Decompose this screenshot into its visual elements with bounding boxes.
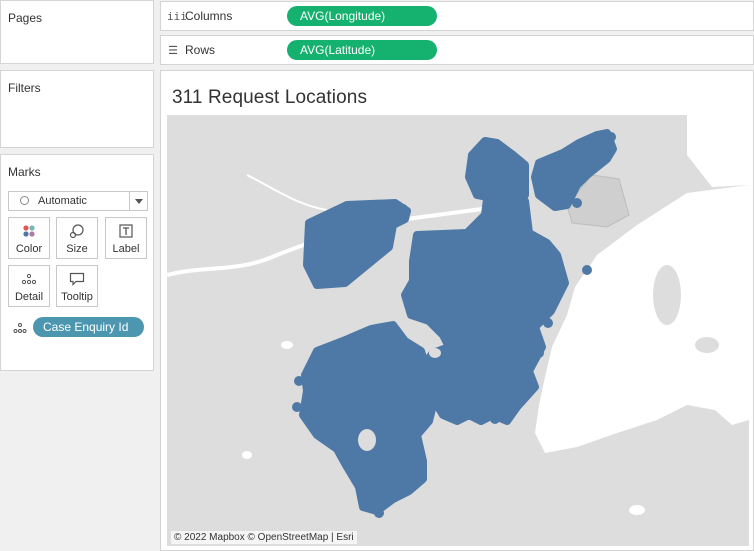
park-gap	[358, 429, 376, 451]
mark-point[interactable]	[606, 132, 616, 142]
circle-mark-icon	[20, 196, 29, 205]
mark-type-label: Automatic	[38, 195, 87, 207]
map-view[interactable]: © 2022 Mapbox © OpenStreetMap | Esri	[167, 115, 749, 546]
detail-dots-icon	[9, 271, 49, 286]
marks-title: Marks	[8, 165, 41, 179]
mark-point[interactable]	[534, 348, 544, 358]
pond	[242, 451, 252, 459]
rows-shelf-label: ☰ Rows	[167, 43, 215, 57]
mark-point[interactable]	[582, 265, 592, 275]
mark-point[interactable]	[543, 318, 553, 328]
filters-card[interactable]: Filters	[0, 70, 154, 148]
viz-pane: 311 Request Locations © 2022 Mapbox © Op…	[160, 70, 754, 551]
rows-icon: ☰	[168, 43, 178, 57]
rows-shelf[interactable]: ☰ Rows AVG(Latitude)	[160, 35, 754, 65]
avg-longitude-pill[interactable]: AVG(Longitude)	[287, 6, 437, 26]
mark-point[interactable]	[374, 508, 384, 518]
avg-latitude-pill[interactable]: AVG(Latitude)	[287, 40, 437, 60]
color-button[interactable]: Color	[8, 217, 50, 259]
columns-shelf[interactable]: iii Columns AVG(Longitude)	[160, 1, 754, 31]
color-dots-icon	[9, 223, 49, 238]
mark-point[interactable]	[490, 414, 500, 424]
chevron-down-icon[interactable]	[129, 192, 147, 210]
pond	[281, 341, 293, 349]
columns-icon: iii	[167, 9, 187, 23]
text-label-icon	[106, 223, 146, 238]
marks-card: Marks Automatic Color Size Label Detail …	[0, 154, 154, 371]
pages-card[interactable]: Pages	[0, 0, 154, 64]
island	[653, 265, 681, 325]
filters-title: Filters	[8, 81, 41, 95]
color-button-label: Color	[15, 243, 43, 255]
columns-shelf-label: iii Columns	[167, 9, 232, 23]
size-button-label: Size	[66, 243, 88, 255]
tooltip-icon	[57, 271, 97, 286]
mark-type-dropdown[interactable]: Automatic	[8, 191, 148, 211]
mark-point[interactable]	[294, 376, 304, 386]
pages-title: Pages	[8, 11, 43, 25]
size-icon	[57, 223, 97, 238]
mark-point[interactable]	[572, 198, 582, 208]
mark-point[interactable]	[314, 278, 324, 288]
detail-button[interactable]: Detail	[8, 265, 50, 307]
park-gap	[429, 348, 441, 358]
pond	[629, 505, 645, 515]
label-button-label: Label	[112, 243, 140, 255]
map-canvas[interactable]	[167, 115, 749, 546]
sheet-title: 311 Request Locations	[172, 87, 368, 108]
mark-point[interactable]	[398, 204, 408, 214]
columns-label-text: Columns	[185, 9, 233, 23]
map-attribution[interactable]: © 2022 Mapbox © OpenStreetMap | Esri	[171, 531, 357, 544]
detail-encoding-icon	[13, 321, 27, 339]
size-button[interactable]: Size	[56, 217, 98, 259]
mark-point[interactable]	[484, 138, 494, 148]
mark-point[interactable]	[292, 402, 302, 412]
label-button[interactable]: Label	[105, 217, 147, 259]
detail-button-label: Detail	[14, 291, 44, 303]
island	[695, 337, 719, 353]
rows-label-text: Rows	[185, 43, 216, 57]
tooltip-button[interactable]: Tooltip	[56, 265, 98, 307]
tooltip-button-label: Tooltip	[61, 291, 93, 303]
case-enquiry-id-pill[interactable]: Case Enquiry Id	[33, 317, 144, 337]
